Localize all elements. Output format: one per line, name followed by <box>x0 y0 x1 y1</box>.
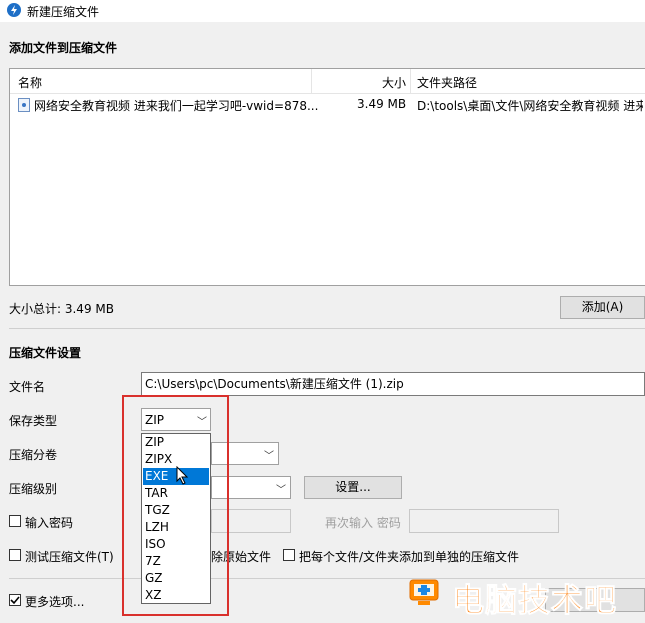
compression-level-label: 压缩级别 <box>9 482 58 496</box>
video-file-icon <box>18 98 30 112</box>
filename-label: 文件名 <box>9 380 46 394</box>
more-options-label: 更多选项... <box>25 595 85 609</box>
separate-archives-checkbox[interactable] <box>283 549 295 561</box>
file-list[interactable]: 名称 大小 文件夹路径 网络安全教育视频 进来我们一起学习吧-vwid=878.… <box>9 68 645 286</box>
more-options-checkbox[interactable] <box>9 594 21 606</box>
filename-input[interactable]: C:\Users\pc\Documents\新建压缩文件 (1).zip <box>141 372 645 396</box>
password-checkbox[interactable] <box>9 515 21 527</box>
save-type-label: 保存类型 <box>9 414 58 428</box>
settings-section-title: 压缩文件设置 <box>9 346 82 360</box>
settings-button[interactable]: 设置... <box>304 476 402 499</box>
watermark-text: 电脑技术吧 <box>451 581 618 620</box>
repeat-password-label: 再次输入 密码 <box>325 516 401 530</box>
section-divider <box>9 328 645 329</box>
file-list-header: 名称 大小 文件夹路径 <box>10 69 645 94</box>
chevron-down-icon: ﹀ <box>264 451 274 462</box>
split-volume-label: 压缩分卷 <box>9 448 58 462</box>
table-row[interactable]: 网络安全教育视频 进来我们一起学习吧-vwid=878... 3.49 MB D… <box>10 96 645 114</box>
window-title: 新建压缩文件 <box>27 5 100 19</box>
password-label: 输入密码 <box>25 516 74 530</box>
column-header-size[interactable]: 大小 <box>382 74 406 91</box>
test-archive-checkbox[interactable] <box>9 549 21 561</box>
highlight-box <box>122 395 229 616</box>
total-size-label: 大小总计: 3.49 MB <box>9 302 114 316</box>
add-button[interactable]: 添加(A) <box>560 296 645 319</box>
chevron-down-icon: ﹀ <box>276 485 286 496</box>
file-size-cell: 3.49 MB <box>357 97 407 111</box>
file-path-cell: D:\tools\桌面\文件\网络安全教育视频 进来 <box>417 99 643 113</box>
repeat-password-input[interactable] <box>409 509 559 533</box>
file-name-cell: 网络安全教育视频 进来我们一起学习吧-vwid=878... <box>34 99 319 113</box>
checkmark-icon <box>10 596 20 605</box>
watermark-logo-icon <box>406 576 442 608</box>
column-header-name[interactable]: 名称 <box>18 74 42 91</box>
separate-archives-label: 把每个文件/文件夹添加到单独的压缩文件 <box>299 550 520 564</box>
test-archive-label: 测试压缩文件(T) <box>25 550 114 564</box>
column-header-path[interactable]: 文件夹路径 <box>417 74 477 91</box>
column-divider[interactable] <box>410 69 411 93</box>
add-files-section-title: 添加文件到压缩文件 <box>9 41 118 55</box>
column-divider[interactable] <box>311 69 312 93</box>
app-logo-icon <box>7 3 21 17</box>
